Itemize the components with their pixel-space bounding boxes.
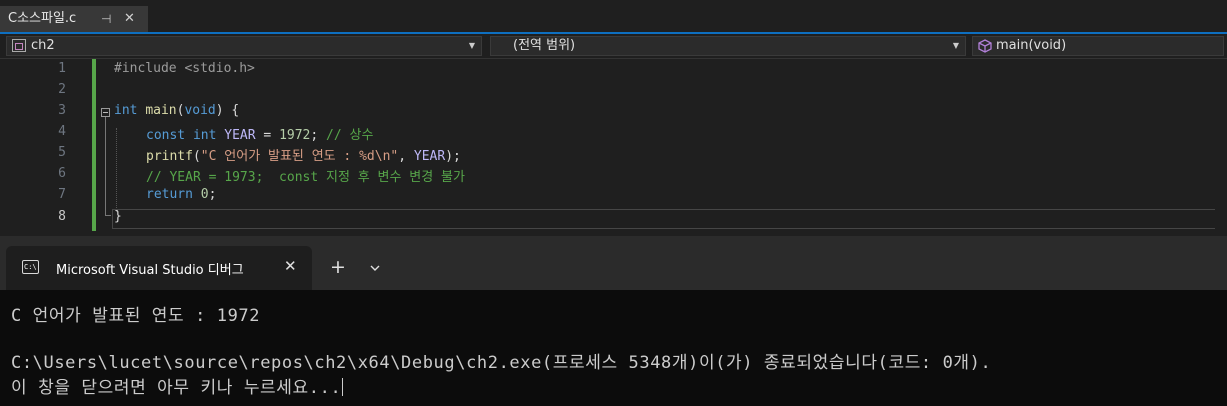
indent-guide [116, 128, 117, 212]
project-dropdown[interactable]: ch2 ▼ [6, 36, 482, 56]
code-line-4: const int YEAR = 1972; // 상수 [146, 124, 373, 143]
code-line-1: #include <stdio.h> [114, 61, 255, 76]
punct: ) { [215, 103, 240, 118]
current-line-highlight [112, 209, 1227, 229]
new-tab-button[interactable]: + [330, 258, 346, 277]
code-line-3: int main(void) { [114, 103, 239, 118]
scope-label: (전역 범위) [513, 38, 576, 53]
member-dropdown[interactable]: main(void) [972, 36, 1224, 56]
file-tab-c-source[interactable]: C소스파일.c ⊣ ✕ [0, 6, 148, 32]
line-number: 4 [58, 124, 66, 139]
line-number: 7 [58, 187, 66, 202]
console-icon [22, 260, 39, 274]
pin-icon[interactable]: ⊣ [101, 6, 111, 32]
punct: = [255, 128, 280, 143]
glyph-margin [0, 59, 28, 233]
line-number: 1 [58, 61, 66, 76]
keyword: return [146, 187, 193, 202]
member-label: main(void) [996, 38, 1067, 53]
output-prompt-line: 이 창을 닫으려면 아무 키나 누르세요... [11, 373, 344, 398]
punct: ( [192, 149, 201, 164]
fold-guide-end [105, 215, 111, 216]
code-line-5: printf("C 언어가 발표된 연도 : %d\n", YEAR); [146, 145, 461, 164]
output-line: C 언어가 발표된 연도 : 1972 [11, 306, 261, 326]
line-number-current: 8 [58, 209, 66, 224]
file-tab-label: C소스파일.c [8, 11, 77, 26]
punct: ; [208, 187, 217, 202]
keyword: int [114, 103, 138, 118]
terminal-tab-bar: Microsoft Visual Studio 디버그 ✕ + [0, 236, 1227, 290]
punct: ; [310, 128, 327, 143]
chevron-down-icon: ▼ [952, 41, 959, 50]
chevron-down-icon[interactable] [369, 262, 381, 274]
terminal-tab[interactable]: Microsoft Visual Studio 디버그 ✕ [6, 246, 312, 290]
keyword: const [146, 128, 186, 143]
method-cube-icon [978, 39, 992, 53]
editor-tab-bar: C소스파일.c ⊣ ✕ [0, 0, 1227, 34]
project-label: ch2 [31, 38, 55, 53]
punct: ); [445, 149, 461, 164]
line-number: 5 [58, 145, 66, 160]
project-icon [12, 39, 26, 52]
close-icon[interactable]: ✕ [284, 257, 297, 275]
chevron-down-icon: ▼ [468, 41, 475, 50]
vertical-scrollbar[interactable] [1215, 59, 1227, 233]
identifier: YEAR [413, 149, 446, 164]
line-number: 2 [58, 82, 66, 97]
comment: // 상수 [326, 128, 374, 143]
change-indicator-bar [92, 59, 96, 231]
code-editor[interactable]: 1 2 3 4 5 6 7 8 #include <stdio.h> int m… [0, 59, 1227, 233]
number-literal: 0 [200, 187, 209, 202]
text-cursor [342, 378, 344, 396]
terminal-tab-title: Microsoft Visual Studio 디버그 [56, 263, 244, 278]
close-icon[interactable]: ✕ [124, 6, 135, 32]
code-line-7: return 0; [146, 187, 216, 202]
keyword: int [192, 128, 217, 143]
collapse-icon[interactable] [101, 108, 110, 117]
identifier: YEAR [224, 128, 256, 143]
output-line: C:\Users\lucet\source\repos\ch2\x64\Debu… [11, 353, 992, 373]
punct: , [398, 149, 414, 164]
number-literal: 1972 [279, 128, 311, 143]
function-name: printf [146, 149, 193, 164]
terminal-output[interactable]: C 언어가 발표된 연도 : 1972 C:\Users\lucet\sourc… [0, 290, 1227, 406]
line-number: 3 [58, 103, 66, 118]
code-line-8: } [114, 209, 122, 224]
keyword: void [184, 103, 216, 118]
scope-dropdown[interactable]: (전역 범위) ▼ [490, 36, 966, 56]
string-literal: "C 언어가 발표된 연도 : %d\n" [200, 149, 399, 164]
navigation-bar: ch2 ▼ (전역 범위) ▼ main(void) [0, 34, 1227, 59]
code-line-6: // YEAR = 1973; const 지정 후 변수 변경 불가 [146, 170, 465, 185]
output-line: 이 창을 닫으려면 아무 키나 누르세요... [11, 378, 342, 398]
function-name: main [145, 103, 177, 118]
fold-guide [105, 117, 106, 215]
line-number: 6 [58, 166, 66, 181]
